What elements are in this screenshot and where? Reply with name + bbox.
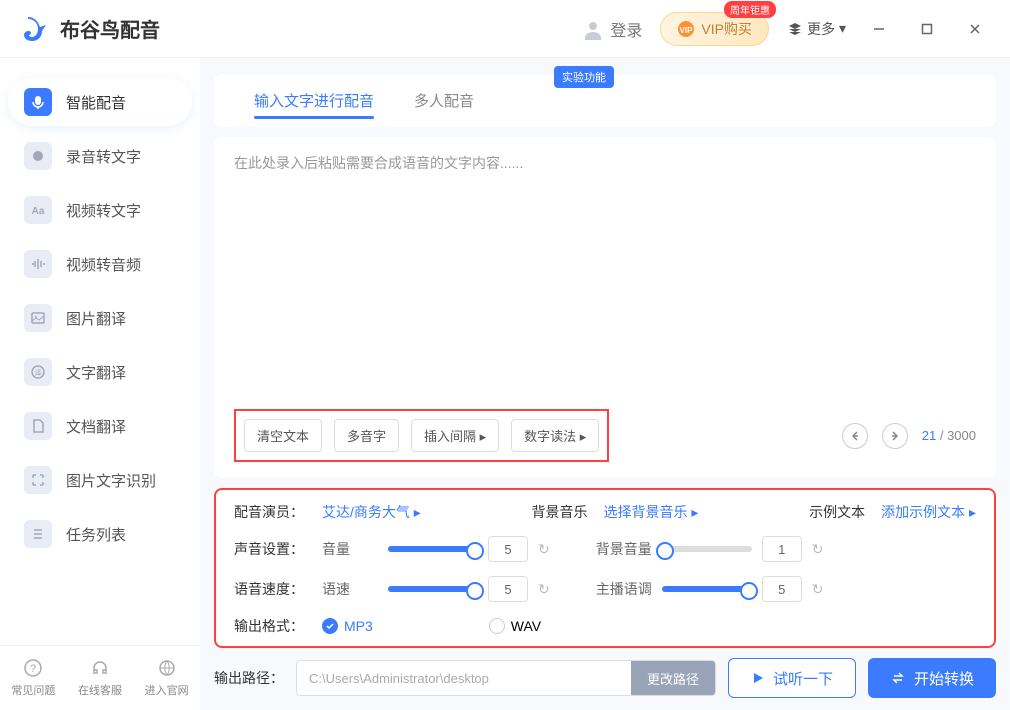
bg-volume-slider[interactable] <box>662 546 752 552</box>
doc-icon <box>24 412 52 440</box>
bgm-select[interactable]: 选择背景音乐 ▸ <box>603 502 698 522</box>
sidebar-item-ocr[interactable]: 图片文字识别 <box>8 456 192 504</box>
bgm-label: 背景音乐 <box>531 502 587 522</box>
redo-button[interactable] <box>882 423 908 449</box>
sidebar-bottom: ?常见问题 在线客服 进入官网 <box>0 645 200 710</box>
text-aa-icon: Aa <box>24 196 52 224</box>
volume-reset[interactable]: ↻ <box>538 541 550 558</box>
sidebar-item-audio-to-text[interactable]: 录音转文字 <box>8 132 192 180</box>
preview-button[interactable]: 试听一下 <box>728 658 856 698</box>
format-mp3-radio[interactable]: MP3 <box>322 618 373 634</box>
stack-icon <box>787 21 803 37</box>
login-button[interactable]: 登录 <box>582 17 642 41</box>
text-input[interactable] <box>234 153 976 409</box>
convert-icon <box>890 670 906 686</box>
svg-text:Aa: Aa <box>32 206 45 217</box>
faq-button[interactable]: ?常见问题 <box>0 646 67 710</box>
sidebar-item-image-translate[interactable]: 图片翻译 <box>8 294 192 342</box>
app-name: 布谷鸟配音 <box>60 14 160 43</box>
support-button[interactable]: 在线客服 <box>67 646 134 710</box>
scan-icon <box>24 466 52 494</box>
vip-promo-badge: 周年钜惠 <box>724 1 776 18</box>
speed-reset[interactable]: ↻ <box>538 581 550 598</box>
editor-panel: 清空文本 多音字 插入间隔 ▸ 数字读法 ▸ 21 / 3000 <box>214 137 996 478</box>
format-wav-radio[interactable]: WAV <box>489 618 541 634</box>
image-icon <box>24 304 52 332</box>
question-icon: ? <box>23 658 43 678</box>
tone-slider[interactable] <box>662 586 752 592</box>
output-row: 输出路径： 更改路径 试听一下 开始转换 <box>214 658 996 698</box>
maximize-button[interactable] <box>912 14 942 44</box>
settings-panel: 配音演员： 艾达/商务大气 ▸ 背景音乐 选择背景音乐 ▸ 示例文本 添加示例文… <box>214 488 996 648</box>
bg-volume-value[interactable] <box>762 536 802 562</box>
more-button[interactable]: 更多 ▾ <box>787 19 846 39</box>
sidebar-item-smart-dub[interactable]: 智能配音 <box>8 78 192 126</box>
bird-icon <box>20 13 52 45</box>
headset-icon <box>90 658 110 678</box>
vip-crown-icon: VIP <box>677 20 695 38</box>
change-path-button[interactable]: 更改路径 <box>631 661 715 695</box>
translate-icon: 译 <box>24 358 52 386</box>
sidebar: 智能配音 录音转文字 Aa视频转文字 视频转音频 图片翻译 译文字翻译 文档翻译… <box>0 58 200 710</box>
titlebar: 布谷鸟配音 登录 VIP VIP购买 周年钜惠 更多 ▾ <box>0 0 1010 58</box>
output-label: 输出路径： <box>214 668 284 688</box>
speed-label: 语音速度： <box>234 579 306 599</box>
tab-text-dub[interactable]: 输入文字进行配音 <box>234 74 394 127</box>
char-count: 21 / 3000 <box>922 428 976 443</box>
insert-pause-button[interactable]: 插入间隔 ▸ <box>411 419 499 452</box>
wave-icon <box>24 250 52 278</box>
svg-text:译: 译 <box>35 369 42 377</box>
volume-slider[interactable] <box>388 546 478 552</box>
main-panel: 输入文字进行配音 多人配音 实验功能 清空文本 多音字 插入间隔 ▸ 数字读法 … <box>200 58 1010 710</box>
svg-text:VIP: VIP <box>680 26 694 35</box>
tone-reset[interactable]: ↻ <box>812 581 824 598</box>
sidebar-item-tasks[interactable]: 任务列表 <box>8 510 192 558</box>
user-icon <box>582 18 604 40</box>
sound-label: 声音设置： <box>234 539 306 559</box>
vip-button[interactable]: VIP VIP购买 周年钜惠 <box>660 12 769 46</box>
sample-select[interactable]: 添加示例文本 ▸ <box>881 502 976 522</box>
sidebar-item-video-to-audio[interactable]: 视频转音频 <box>8 240 192 288</box>
convert-button[interactable]: 开始转换 <box>868 658 996 698</box>
format-label: 输出格式： <box>234 616 306 636</box>
polyphone-button[interactable]: 多音字 <box>334 419 399 452</box>
undo-button[interactable] <box>842 423 868 449</box>
actor-select[interactable]: 艾达/商务大气 ▸ <box>322 502 421 522</box>
tab-multi-dub[interactable]: 多人配音 <box>394 74 494 127</box>
actor-label: 配音演员： <box>234 502 306 522</box>
speed-value[interactable] <box>488 576 528 602</box>
svg-text:?: ? <box>30 663 36 675</box>
list-icon <box>24 520 52 548</box>
chevron-down-icon: ▾ <box>839 20 846 37</box>
sidebar-item-doc-translate[interactable]: 文档翻译 <box>8 402 192 450</box>
sidebar-item-text-translate[interactable]: 译文字翻译 <box>8 348 192 396</box>
record-icon <box>24 142 52 170</box>
app-logo: 布谷鸟配音 <box>20 13 160 45</box>
bg-volume-reset[interactable]: ↻ <box>812 541 824 558</box>
clear-text-button[interactable]: 清空文本 <box>244 419 322 452</box>
output-path-input[interactable] <box>297 661 631 695</box>
website-button[interactable]: 进入官网 <box>133 646 200 710</box>
tone-value[interactable] <box>762 576 802 602</box>
minimize-button[interactable] <box>864 14 894 44</box>
close-button[interactable] <box>960 14 990 44</box>
globe-icon <box>157 658 177 678</box>
speed-slider[interactable] <box>388 586 478 592</box>
play-icon <box>751 671 765 685</box>
number-reading-button[interactable]: 数字读法 ▸ <box>511 419 599 452</box>
sidebar-item-video-to-text[interactable]: Aa视频转文字 <box>8 186 192 234</box>
experimental-badge: 实验功能 <box>554 66 614 88</box>
editor-toolbar: 清空文本 多音字 插入间隔 ▸ 数字读法 ▸ <box>234 409 609 462</box>
volume-value[interactable] <box>488 536 528 562</box>
mic-icon <box>24 88 52 116</box>
sample-label: 示例文本 <box>809 502 865 522</box>
